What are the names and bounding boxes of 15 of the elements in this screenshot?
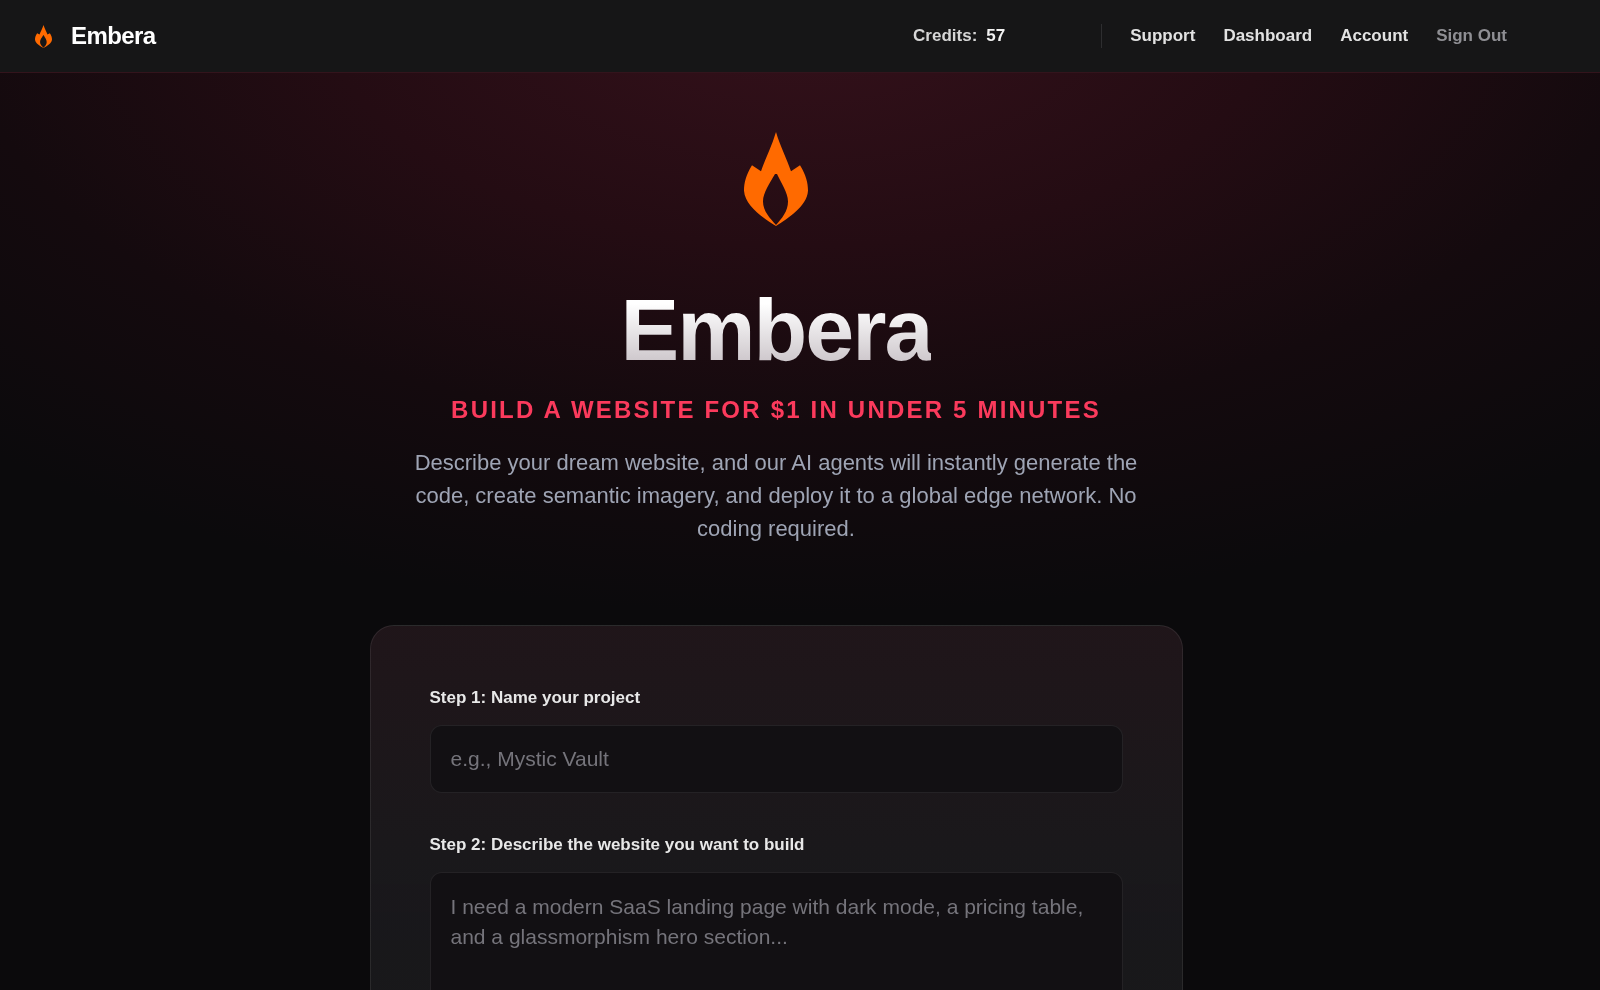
field-label: Step 2: Describe the website you want to build xyxy=(429,835,806,855)
hero-description: Describe your dream website, and our AI agents will instantly generate the code, create semantic imagery, and deploy it to a global edge network. No coding required. xyxy=(413,449,1139,543)
flame-icon xyxy=(35,24,52,48)
nav-link[interactable]: Dashboard xyxy=(1223,26,1313,46)
textarea-field[interactable]: I need a modern SaaS landing page with dark mode, a pricing table, and a glassmorphism hero section... xyxy=(429,872,1123,990)
credits-label: Credits: xyxy=(913,26,978,46)
tagline: BUILD A WEBSITE FOR $1 IN UNDER 5 MINUTES xyxy=(451,395,1101,424)
brand-name[interactable]: Embera xyxy=(71,22,156,50)
nav-link[interactable]: Support xyxy=(1130,26,1196,46)
credits-count: 57 xyxy=(986,26,1006,46)
nav-link[interactable]: Sign Out xyxy=(1436,26,1507,46)
input-field[interactable]: e.g., Mystic Vault xyxy=(429,725,1123,793)
field-label: Step 1: Name your project xyxy=(429,688,642,708)
flame-icon xyxy=(744,132,808,226)
nav-link[interactable]: Account xyxy=(1340,26,1409,46)
